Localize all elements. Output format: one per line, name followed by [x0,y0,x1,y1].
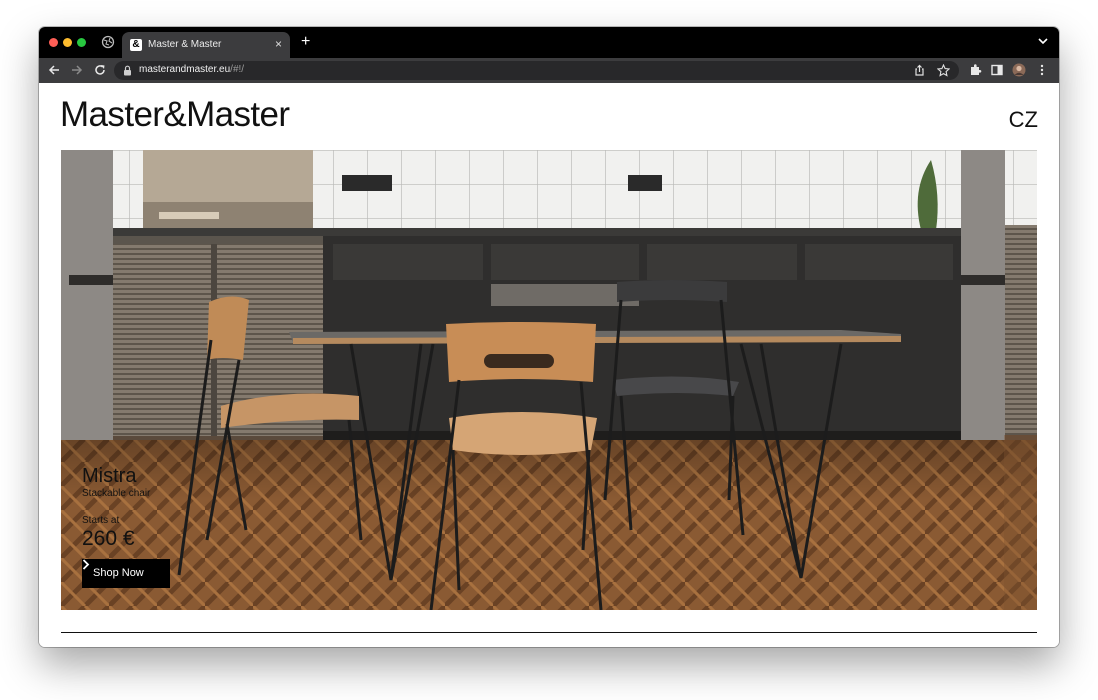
profile-icon[interactable] [1012,63,1026,77]
chevron-down-icon[interactable] [1037,35,1049,47]
close-window-button[interactable] [49,38,58,47]
extensions-icon[interactable] [968,63,982,77]
section-divider [61,632,1037,633]
browser-window: & Master & Master × + masterandmaster.eu… [39,27,1059,647]
hero-photo [61,150,1037,610]
hero-caption: Mistra Stackable chair Starts at 260 € [82,466,150,551]
tab-strip: & Master & Master × + [39,27,1059,58]
shop-now-button[interactable]: Shop Now [82,559,170,588]
reload-icon[interactable] [93,63,107,77]
chevron-right-icon [82,559,90,570]
plus-icon[interactable]: + [301,33,310,51]
url-path: /#!/ [230,64,245,75]
globe-icon[interactable] [101,35,115,49]
tab-title: Master & Master [148,39,222,50]
side-panel-icon[interactable] [990,63,1004,77]
price-prefix: Starts at [82,515,120,526]
page-content: Master&Master CZ Mistra Stackable chair … [39,83,1059,647]
url-text: masterandmaster.eu/#!/ [139,64,244,75]
forward-arrow-icon[interactable] [70,63,84,77]
kebab-menu-icon[interactable] [1035,63,1049,77]
product-subtitle: Stackable chair [82,488,151,499]
share-icon[interactable] [913,64,926,77]
minimize-window-button[interactable] [63,38,72,47]
back-arrow-icon[interactable] [47,63,61,77]
shop-now-label: Shop Now [93,567,144,579]
site-logo[interactable]: Master&Master [60,95,290,135]
product-price: 260 € [82,527,135,550]
maximize-window-button[interactable] [77,38,86,47]
star-icon[interactable] [937,64,950,77]
language-switcher[interactable]: CZ [1009,107,1038,133]
product-name: Mistra [82,465,137,487]
close-icon[interactable]: × [275,37,282,51]
browser-toolbar: masterandmaster.eu/#!/ [39,58,1059,83]
tab-master-and-master[interactable]: & Master & Master × [122,32,290,58]
hero-banner[interactable]: Mistra Stackable chair Starts at 260 € S… [61,150,1037,610]
address-bar[interactable]: masterandmaster.eu/#!/ [114,61,959,80]
lock-icon[interactable] [123,65,132,76]
url-host: masterandmaster.eu [139,64,231,75]
favicon-icon: & [130,39,142,51]
